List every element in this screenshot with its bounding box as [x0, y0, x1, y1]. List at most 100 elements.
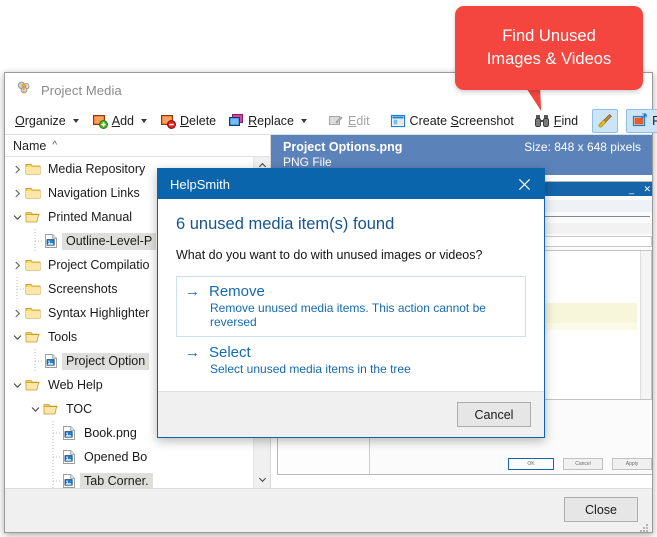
tree-row-label: Media Repository	[48, 161, 146, 176]
tree-row-label: Tab Corner.	[80, 472, 153, 488]
tree-row[interactable]: Tab Corner.	[5, 469, 270, 488]
add-button[interactable]: Add	[86, 109, 154, 133]
organize-label: Organize	[15, 113, 66, 128]
tree-guide-line	[45, 469, 61, 488]
image-file-icon	[61, 425, 77, 441]
delete-media-icon	[160, 113, 176, 129]
folder-open-icon	[43, 401, 59, 417]
tree-row[interactable]: Opened Bo	[5, 445, 270, 469]
image-file-icon	[61, 473, 77, 488]
tree-guide-line	[45, 445, 61, 469]
folder-open-icon	[25, 377, 41, 393]
task-title-row: → Remove	[185, 283, 517, 300]
tree-row-label: TOC	[66, 401, 93, 416]
edit-label: Edit	[348, 113, 370, 128]
dialog-task-remove[interactable]: → Remove Remove unused media items. This a…	[176, 276, 526, 337]
tree-row-label: Tools	[48, 329, 78, 344]
tree-row-label: Navigation Links	[48, 185, 140, 200]
tree-row-label: Opened Bo	[84, 449, 148, 464]
replace-media-icon	[228, 113, 244, 129]
dialog-footer: Cancel	[158, 391, 544, 437]
image-file-icon	[61, 449, 77, 465]
delete-label: Delete	[179, 113, 217, 128]
window-footer: Close	[5, 488, 652, 532]
thumb-scrollbar	[640, 251, 651, 399]
task-title: Select	[209, 344, 251, 361]
sort-ascending-icon: ^	[52, 140, 58, 151]
cancel-button[interactable]: Cancel	[457, 402, 531, 427]
add-media-icon	[92, 113, 108, 129]
find-unused-media-button[interactable]	[592, 108, 619, 133]
tree-guide-line	[27, 349, 43, 373]
close-button[interactable]: Close	[564, 497, 638, 522]
chevron-down-icon	[301, 118, 307, 123]
chevron-down-icon	[72, 118, 79, 123]
folder-open-icon	[25, 209, 41, 225]
dialog-close-icon[interactable]	[504, 169, 544, 199]
thumb-footer-button: OK	[508, 458, 554, 470]
tree-row-label: Project Compilatio	[48, 257, 150, 272]
dialog-title: HelpSmith	[170, 176, 230, 192]
folder-icon	[25, 161, 41, 177]
delete-button[interactable]: Delete	[154, 109, 222, 133]
broom-find-unused-icon	[597, 113, 613, 129]
callout-text: Find Unused Images & Videos	[475, 25, 623, 71]
window-title: Project Media	[41, 82, 122, 98]
chevron-right-icon[interactable]	[9, 305, 25, 321]
create-screenshot-label: Create Screenshot	[409, 113, 514, 128]
folder-open-icon	[25, 329, 41, 345]
chevron-right-icon[interactable]	[9, 257, 25, 273]
edit-button[interactable]: Edit	[322, 109, 376, 133]
preview-file-size: Size: 848 x 648 pixels	[524, 140, 641, 154]
tree-column-header[interactable]: Name ^	[5, 135, 270, 157]
chevron-right-icon[interactable]	[9, 185, 25, 201]
scroll-down-icon[interactable]	[254, 471, 270, 488]
tree-row-label: Outline-Level-P	[62, 232, 157, 250]
task-title: Remove	[209, 283, 265, 300]
chevron-down-icon[interactable]	[9, 377, 25, 393]
fit-to-window-icon	[632, 112, 648, 129]
resize-grip-icon[interactable]	[640, 520, 649, 532]
callout-line-2: Images & Videos	[486, 50, 612, 68]
arrow-right-icon: →	[185, 283, 200, 300]
dialog-heading: 6 unused media item(s) found	[176, 215, 395, 233]
fit-to-window-button[interactable]: Fit to Window	[626, 108, 657, 133]
find-button[interactable]: Find	[528, 109, 584, 133]
chevron-down-icon[interactable]	[9, 209, 25, 225]
tree-row-label: Book.png	[84, 425, 137, 440]
dialog-task-select[interactable]: → Select Select unused media items in the …	[176, 337, 526, 384]
fit-to-window-label: Fit to Window	[652, 113, 657, 128]
thumb-minimize-icon: _	[628, 184, 634, 194]
tree-row-label: Web Help	[48, 377, 103, 392]
chevron-down-icon[interactable]	[27, 401, 43, 417]
edit-icon	[328, 113, 344, 129]
thumb-footer-button: Cancel	[563, 458, 603, 470]
dialog-task-list: → Remove Remove unused media items. This a…	[176, 276, 526, 384]
tree-row-label: Printed Manual	[48, 209, 133, 224]
image-file-icon	[43, 233, 59, 249]
task-title-row: → Select	[185, 344, 517, 361]
chevron-right-icon[interactable]	[9, 161, 25, 177]
image-file-icon	[43, 353, 59, 369]
folder-icon	[25, 257, 41, 273]
replace-button[interactable]: Replace	[222, 109, 314, 133]
dialog-content: 6 unused media item(s) found What do you…	[158, 199, 544, 384]
tree-row-label: Screenshots	[48, 281, 118, 296]
chevron-down-icon[interactable]	[9, 329, 25, 345]
create-screenshot-button[interactable]: Create Screenshot	[384, 109, 520, 133]
organize-button[interactable]: Organize	[9, 109, 86, 133]
thumb-close-icon: ✕	[643, 184, 651, 194]
create-screenshot-icon	[390, 113, 406, 129]
tree-guide-line	[45, 421, 61, 445]
media-toolbar: Organize Add Delete Replace Edit Create …	[5, 107, 657, 135]
task-description: Remove unused media items. This action c…	[210, 301, 486, 329]
tree-guide-line	[27, 229, 43, 253]
helpsmith-question-logo-icon	[15, 81, 33, 99]
find-unused-callout: Find Unused Images & Videos	[455, 6, 643, 90]
folder-icon	[25, 281, 41, 297]
folder-icon	[25, 305, 41, 321]
callout-line-1: Find Unused	[502, 27, 596, 45]
binoculars-find-icon	[534, 113, 550, 129]
chevron-down-icon	[140, 118, 147, 123]
helpsmith-dialog: HelpSmith 6 unused media item(s) found W…	[157, 168, 545, 438]
